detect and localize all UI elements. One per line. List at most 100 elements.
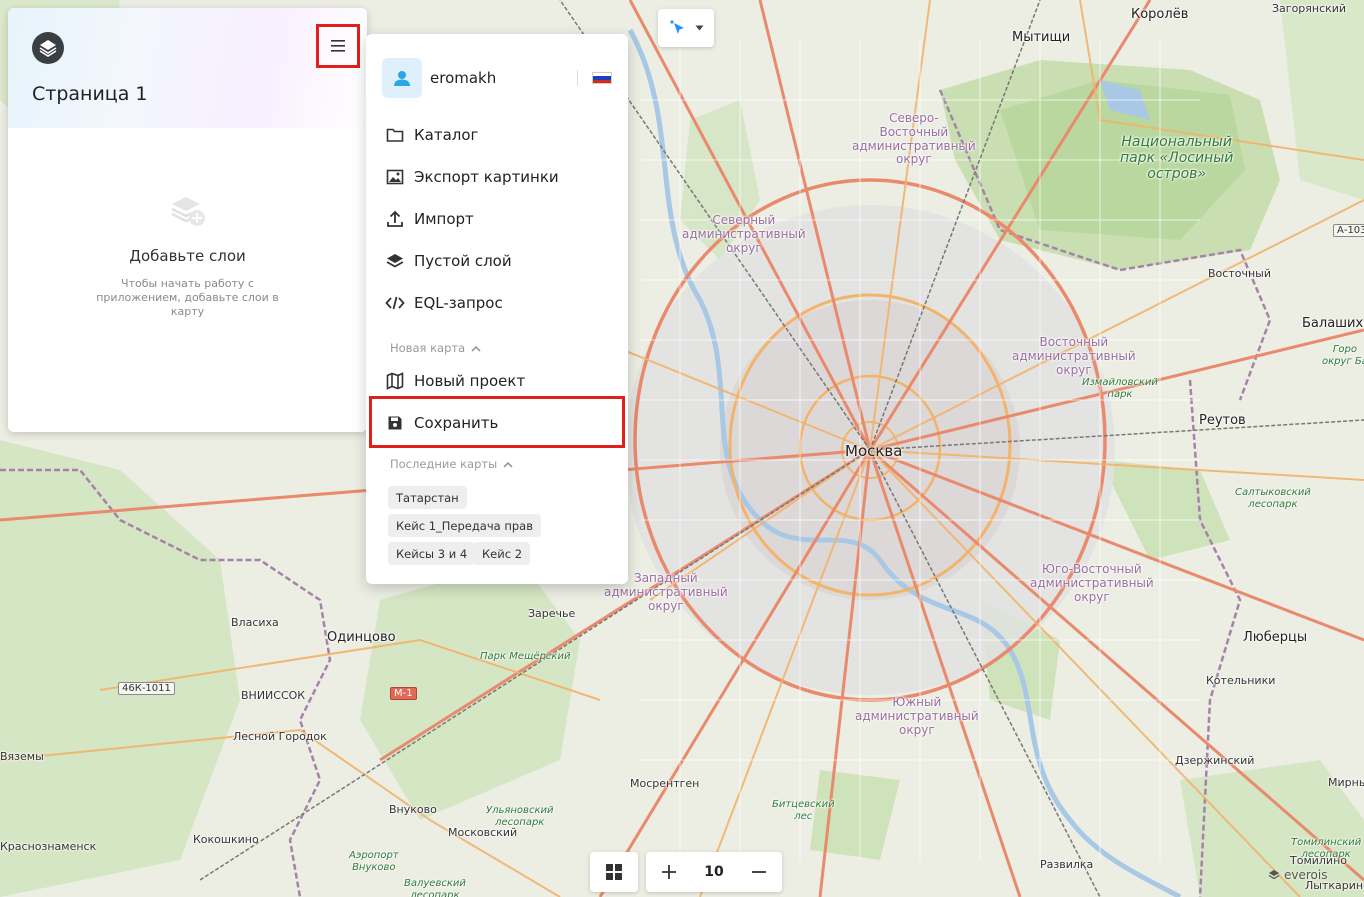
chevron-up-icon bbox=[471, 345, 481, 352]
menu-item-label: EQL-запрос bbox=[414, 294, 503, 312]
map-label-town: Заречье bbox=[528, 607, 576, 620]
menu-item-eql-query[interactable]: EQL-запрос bbox=[384, 288, 614, 318]
layers-icon bbox=[384, 250, 406, 272]
recent-map-chip[interactable]: Татарстан bbox=[388, 486, 467, 509]
map-label-town: ВНИИССОК bbox=[241, 689, 306, 702]
map-label-park: Национальный парк «Лосиный остров» bbox=[1120, 134, 1234, 183]
brand-logo-icon bbox=[1268, 870, 1280, 880]
select-tool-dropdown[interactable] bbox=[658, 9, 714, 47]
menu-item-empty-layer[interactable]: Пустой слой bbox=[384, 246, 614, 276]
road-shield: М-1 bbox=[390, 687, 417, 700]
map-label-district: Восточный административный округ bbox=[1012, 335, 1136, 377]
map-label-park: Ульяновский лесопарк bbox=[486, 805, 554, 828]
hamburger-icon bbox=[331, 40, 345, 52]
map-label-town: Кокошкино bbox=[193, 833, 259, 846]
road-shield: 46К-1011 bbox=[118, 682, 175, 695]
save-icon bbox=[384, 412, 406, 434]
add-layer-icon bbox=[170, 197, 205, 226]
username: eromakh bbox=[430, 69, 497, 87]
map-label-town: Московский bbox=[448, 826, 518, 839]
menu-item-import[interactable]: Импорт bbox=[384, 204, 614, 234]
map-label-city: Москва bbox=[845, 442, 903, 460]
section-title: Новая карта bbox=[390, 341, 466, 355]
map-label-town: Вяземы bbox=[0, 750, 44, 763]
hamburger-menu-button[interactable] bbox=[316, 24, 360, 68]
map-label-town: Внуково bbox=[389, 803, 437, 816]
avatar[interactable] bbox=[382, 58, 422, 98]
code-icon bbox=[384, 292, 406, 314]
layers-panel: Страница 1 Добавьте слои Чтобы начать ра… bbox=[8, 8, 367, 432]
empty-layers-state: Добавьте слои Чтобы начать работу с прил… bbox=[8, 193, 367, 319]
zoom-control: 10 bbox=[646, 852, 782, 892]
zoom-in-button[interactable] bbox=[646, 852, 692, 892]
divider bbox=[577, 70, 578, 86]
map-label-town: Мирный bbox=[1328, 776, 1364, 789]
chevron-up-icon bbox=[503, 461, 513, 468]
map-label-town: Котельники bbox=[1206, 674, 1276, 687]
map-icon bbox=[384, 370, 406, 392]
map-label-town: Власиха bbox=[231, 616, 279, 629]
folder-icon bbox=[384, 124, 406, 146]
map-label-city: Люберцы bbox=[1243, 630, 1308, 645]
menu-item-save[interactable]: Сохранить bbox=[384, 408, 614, 438]
menu-item-label: Сохранить bbox=[414, 414, 499, 432]
grid-icon bbox=[606, 864, 622, 880]
map-label-town: Загорянский bbox=[1272, 2, 1347, 15]
image-icon bbox=[384, 166, 406, 188]
menu-item-label: Экспорт картинки bbox=[414, 168, 559, 186]
map-label-district: Юго-Восточный административный округ bbox=[1030, 562, 1154, 604]
plus-icon bbox=[662, 865, 676, 879]
panel-header-gradient bbox=[8, 8, 367, 128]
map-label-city: Одинцово bbox=[327, 630, 396, 645]
menu-item-export-image[interactable]: Экспорт картинки bbox=[384, 162, 614, 192]
map-label-park: Парк Мещёрский bbox=[480, 651, 571, 662]
section-title: Последние карты bbox=[390, 457, 498, 471]
cursor-pointer-icon bbox=[669, 20, 684, 34]
attribution[interactable]: everois bbox=[1268, 868, 1327, 882]
basemap-grid-button[interactable] bbox=[590, 852, 638, 892]
map-label-town: Лесной Городок bbox=[233, 730, 327, 743]
user-profile-row[interactable]: eromakh bbox=[382, 58, 612, 98]
map-label-town: Дзержинский bbox=[1175, 754, 1255, 767]
brand-name: everois bbox=[1284, 868, 1328, 882]
menu-item-new-project[interactable]: Новый проект bbox=[384, 366, 614, 396]
recent-map-chip[interactable]: Кейсы 3 и 4 bbox=[388, 542, 476, 565]
user-icon bbox=[394, 71, 410, 86]
map-label-city: Мытищи bbox=[1012, 30, 1071, 45]
map-label-park: Томилинский лесопарк bbox=[1291, 837, 1362, 860]
page-title: Страница 1 bbox=[32, 83, 148, 105]
map-label-park: Битцевский лес bbox=[772, 799, 835, 822]
road-shield: А-103 bbox=[1333, 224, 1364, 237]
map-label-city: Балашиха bbox=[1302, 316, 1364, 331]
map-label-city: Королёв bbox=[1131, 7, 1189, 22]
map-label-town: Мосрентген bbox=[630, 777, 700, 790]
map-label-district: Северный административный округ bbox=[682, 213, 806, 255]
map-label-park: Салтыковский лесопарк bbox=[1235, 487, 1311, 510]
upload-icon bbox=[384, 208, 406, 230]
empty-state-description: Чтобы начать работу с приложением, добав… bbox=[96, 277, 279, 318]
language-flag-ru-icon[interactable] bbox=[592, 72, 612, 84]
map-label-town: Краснознаменск bbox=[0, 840, 97, 853]
main-menu-dropdown: eromakh Каталог Экспорт картинки Импорт … bbox=[366, 34, 628, 584]
map-label-district: Южный административный округ bbox=[855, 695, 979, 737]
map-label-park: Измайловский парк bbox=[1082, 377, 1158, 400]
map-label-district: Северо- Восточный административный округ bbox=[852, 111, 976, 167]
recent-map-chip[interactable]: Кейс 2 bbox=[474, 542, 531, 565]
map-label-park: Валуевский лесопарк bbox=[404, 878, 466, 897]
recent-map-chip[interactable]: Кейс 1_Передача прав bbox=[388, 514, 541, 537]
app-logo[interactable] bbox=[32, 32, 64, 64]
map-label-city: Реутов bbox=[1199, 413, 1246, 428]
minus-icon bbox=[752, 871, 766, 873]
map-label-park: Горо округ Ба bbox=[1322, 344, 1364, 367]
menu-item-catalog[interactable]: Каталог bbox=[384, 120, 614, 150]
menu-item-label: Новый проект bbox=[414, 372, 526, 390]
menu-item-label: Импорт bbox=[414, 210, 474, 228]
map-label-town: Развилка bbox=[1040, 858, 1094, 871]
zoom-out-button[interactable] bbox=[736, 852, 782, 892]
section-new-map-toggle[interactable]: Новая карта bbox=[390, 341, 481, 355]
caret-down-icon bbox=[695, 25, 703, 31]
zoom-level: 10 bbox=[704, 864, 724, 880]
empty-state-title: Добавьте слои bbox=[129, 247, 246, 265]
logo-icon bbox=[39, 40, 57, 57]
section-recent-maps-toggle[interactable]: Последние карты bbox=[390, 457, 513, 471]
